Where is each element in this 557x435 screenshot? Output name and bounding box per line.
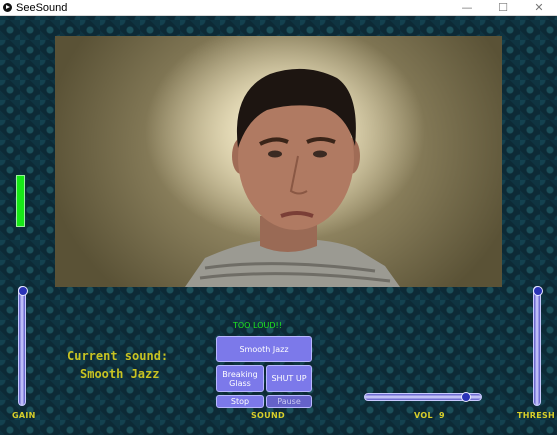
window-titlebar: SeeSound — ☐ ✕ [0,0,557,16]
breaking-glass-button[interactable]: Breaking Glass [216,365,264,392]
thresh-slider-knob[interactable] [533,286,543,296]
window-title: SeeSound [16,1,68,14]
stop-button[interactable]: Stop [216,395,264,408]
volume-slider[interactable] [364,392,482,402]
gain-slider-knob[interactable] [18,286,28,296]
gain-label: GAIN [12,411,36,420]
current-sound-label: Current sound: [67,349,169,363]
close-button[interactable]: ✕ [521,0,557,15]
maximize-button[interactable]: ☐ [485,0,521,15]
input-level-meter [16,175,25,227]
thresh-label: THRESH [517,411,556,420]
vol-value: 9 [439,411,445,420]
window-controls: — ☐ ✕ [449,0,557,15]
thresh-slider[interactable] [533,286,543,406]
shut-up-button[interactable]: SHUT UP [266,365,312,392]
smooth-jazz-button[interactable]: Smooth Jazz [216,336,312,362]
webcam-video [55,36,502,287]
app-icon [3,3,12,12]
gain-slider[interactable] [18,286,28,406]
volume-slider-knob[interactable] [461,392,471,402]
pause-button[interactable]: Pause [266,395,312,408]
too-loud-warning: TOO LOUD!! [233,321,282,330]
vol-label: VOL [414,411,433,420]
current-sound-value: Smooth Jazz [80,367,160,381]
webcam-person-image [185,68,400,287]
minimize-button[interactable]: — [449,0,485,15]
current-sound-display: Current sound: Smooth Jazz [67,347,168,383]
sound-label: SOUND [251,411,285,420]
